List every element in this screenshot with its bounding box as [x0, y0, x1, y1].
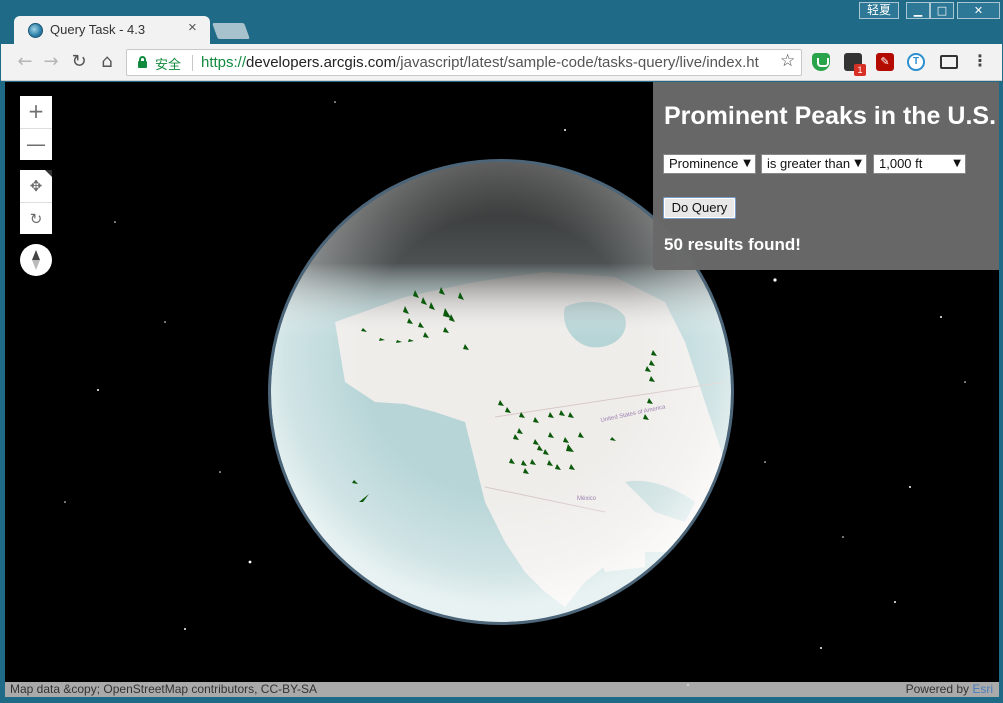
- translate-extension-icon[interactable]: T: [907, 53, 925, 71]
- tab-title: Query Task - 4.3: [50, 22, 146, 37]
- compass-needle-icon: [32, 250, 40, 270]
- zoom-out-button[interactable]: —: [20, 128, 52, 160]
- operator-select[interactable]: is greater than ▼: [761, 154, 867, 174]
- globe-icon: [28, 23, 43, 38]
- forward-button[interactable]: →: [39, 50, 63, 74]
- secure-label: 安全: [155, 57, 182, 72]
- close-icon: ✕: [973, 4, 984, 17]
- attribution-text: Map data &copy; OpenStreetMap contributo…: [10, 682, 318, 696]
- divider: [192, 55, 193, 71]
- new-tab-button[interactable]: [212, 23, 250, 39]
- shield-extension-icon[interactable]: [812, 53, 830, 71]
- query-panel: Prominent Peaks in the U.S. Prominence ▼ …: [653, 82, 999, 270]
- dropdown-arrow-icon: ▼: [854, 158, 862, 169]
- user-profile-badge[interactable]: 轻夏: [859, 2, 899, 19]
- extension-badge: 1: [854, 64, 866, 76]
- browser-menu-icon[interactable]: ⋮: [972, 51, 988, 70]
- tab-close-icon[interactable]: ×: [188, 19, 197, 36]
- minimize-button[interactable]: ▁: [906, 2, 930, 19]
- rotate-button[interactable]: ↻: [20, 202, 52, 234]
- arrow-right-icon: →: [43, 51, 59, 72]
- pan-button[interactable]: ✥: [20, 170, 52, 202]
- dropdown-arrow-icon: ▼: [953, 158, 961, 169]
- rotate-icon: ↻: [29, 210, 43, 228]
- esri-link[interactable]: Esri: [972, 682, 993, 696]
- maximize-icon: □: [936, 4, 948, 17]
- powered-by: Powered by Esri: [905, 682, 993, 696]
- attribution-bar: Map data &copy; OpenStreetMap contributo…: [5, 682, 999, 697]
- bookmark-star-icon[interactable]: ☆: [780, 51, 795, 71]
- lock-icon: [138, 56, 147, 69]
- map-view[interactable]: United States of America México + — ✥ ↻ …: [5, 82, 999, 697]
- browser-tab-active[interactable]: Query Task - 4.3 ×: [14, 16, 210, 44]
- address-bar[interactable]: 安全 https://developers.arcgis.com/javascr…: [126, 49, 802, 76]
- home-button[interactable]: ⌂: [95, 50, 119, 74]
- result-count: 50 results found!: [664, 235, 801, 254]
- cast-extension-icon[interactable]: [940, 55, 958, 69]
- title-bar: 轻夏 ▁ □ ✕ Query Task - 4.3 ×: [0, 0, 1003, 44]
- minimize-icon: ▁: [913, 4, 923, 17]
- pdf-extension-icon[interactable]: ✎: [876, 53, 894, 71]
- zoom-controls: + —: [20, 96, 52, 160]
- reload-button[interactable]: ↻: [67, 50, 91, 74]
- map-label-mexico: México: [577, 496, 597, 502]
- dropdown-arrow-icon: ▼: [743, 158, 751, 169]
- home-icon: ⌂: [101, 51, 113, 72]
- back-button[interactable]: ←: [13, 50, 37, 74]
- close-window-button[interactable]: ✕: [957, 2, 1000, 19]
- browser-window: 轻夏 ▁ □ ✕ Query Task - 4.3 × ← → ↻ ⌂ 安全 h…: [0, 0, 1003, 703]
- attribute-select[interactable]: Prominence ▼: [663, 154, 756, 174]
- panel-title: Prominent Peaks in the U.S.: [664, 102, 997, 130]
- arrow-left-icon: ←: [17, 51, 33, 72]
- active-corner-indicator: [45, 170, 52, 177]
- url-text[interactable]: https://developers.arcgis.com/javascript…: [201, 54, 773, 71]
- reload-icon: ↻: [71, 51, 87, 72]
- value-select[interactable]: 1,000 ft ▼: [873, 154, 966, 174]
- zoom-in-button[interactable]: +: [20, 96, 52, 128]
- do-query-button[interactable]: Do Query: [663, 197, 736, 219]
- navigation-toggle: ✥ ↻: [20, 170, 52, 234]
- maximize-button[interactable]: □: [930, 2, 954, 19]
- browser-toolbar: ← → ↻ ⌂ 安全 https://developers.arcgis.com…: [1, 44, 1002, 81]
- compass-button[interactable]: [20, 244, 52, 276]
- pan-icon: ✥: [29, 177, 43, 195]
